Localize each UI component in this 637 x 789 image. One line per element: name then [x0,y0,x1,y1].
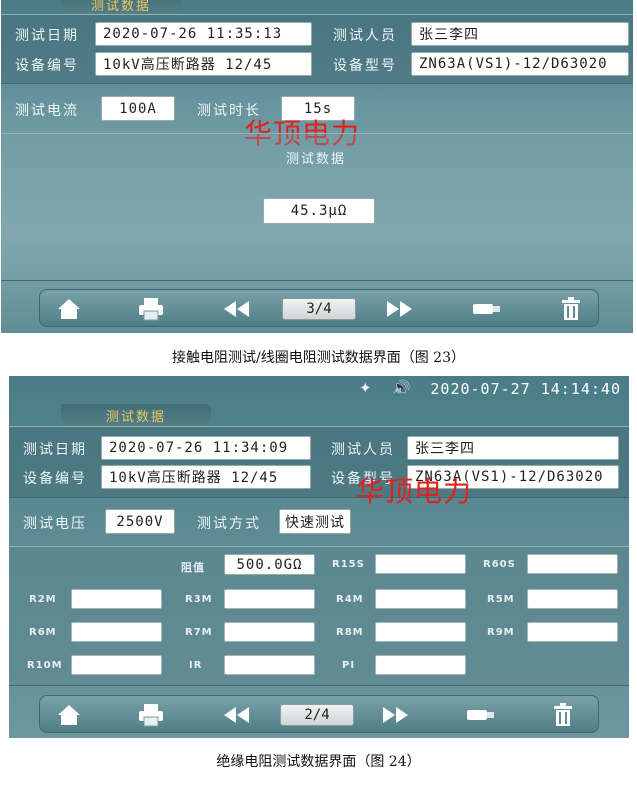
test-date-label: 测试日期 [23,442,87,458]
r60s-label: R60S [483,559,516,570]
device-no-label: 设备编号 [23,471,87,487]
info-panel: 测试日期 2020-07-26 11:34:09 测试人员 张三李四 设备编号 … [9,426,629,498]
r6m-label: R6M [29,627,57,638]
tester-field[interactable]: 张三李四 [407,436,619,460]
r15s-label: R15S [332,559,365,570]
tab-test-data[interactable]: 测试数据 [61,0,181,14]
tester-label: 测试人员 [331,442,395,458]
clock: 2020-07-27 14:14:40 [430,380,621,398]
r60s-field [527,554,618,574]
test-current-field[interactable]: 100A [101,96,175,121]
data-panel: 测试数据 45.3μΩ [1,133,633,281]
r6m-field [71,622,162,642]
test-date-label: 测试日期 [15,28,79,44]
trash-icon[interactable] [550,703,576,727]
info-panel: 测试日期 2020-07-26 11:35:13 测试人员 张三李四 设备编号 … [1,14,633,84]
r9m-field [527,622,618,642]
print-icon[interactable] [138,297,164,321]
device-model-field[interactable]: ZN63A(VS1)-12/D63020 [411,52,629,76]
r4m-label: R4M [336,594,364,605]
contact-resistance-screen: 测试数据 测试日期 2020-07-26 11:35:13 测试人员 张三李四 … [1,0,633,333]
resistance-panel: 阻值 500.0GΩ R15S R60S R2M R3M R4M R5M R6M… [9,546,629,686]
data-title: 测试数据 [286,152,347,167]
pi-label: PI [342,660,356,671]
device-no-field[interactable]: 10kV高压断路器 12/45 [101,465,311,489]
previous-icon[interactable] [224,703,250,727]
r5m-label: R5M [487,594,515,605]
resistance-label: 阻值 [181,561,205,574]
r3m-field [224,589,315,609]
ir-label: IR [189,660,203,671]
tester-label: 测试人员 [333,28,397,44]
r2m-label: R2M [29,594,57,605]
previous-icon[interactable] [224,297,250,321]
r7m-label: R7M [185,627,213,638]
r8m-field [375,622,466,642]
insulation-resistance-screen: ✦ 🔊 2020-07-27 14:14:40 测试数据 测试日期 2020-0… [9,376,629,738]
r3m-label: R3M [185,594,213,605]
figure-caption-23: 接触电阻测试/线圈电阻测试数据界面（图 23） [172,350,465,366]
test-voltage-label: 测试电压 [23,516,87,532]
r15s-field [375,554,466,574]
test-method-field[interactable]: 快速测试 [279,509,351,534]
watermark: 华顶电力 [356,475,473,508]
r10m-label: R10M [27,660,63,671]
bluetooth-icon: ✦ [359,379,372,397]
ir-field [224,655,315,675]
test-voltage-field[interactable]: 2500V [105,509,175,534]
trash-icon[interactable] [558,297,584,321]
r2m-field [71,589,162,609]
test-date-field[interactable]: 2020-07-26 11:34:09 [101,436,311,460]
home-icon[interactable] [56,703,82,727]
device-no-field[interactable]: 10kV高压断路器 12/45 [95,52,312,76]
tester-field[interactable]: 张三李四 [411,22,629,46]
next-icon[interactable] [382,703,408,727]
r9m-label: R9M [487,627,515,638]
speaker-icon: 🔊 [392,379,411,397]
test-method-label: 测试方式 [197,516,261,532]
device-no-label: 设备编号 [15,58,79,74]
result-value: 45.3μΩ [263,198,375,224]
page-indicator: 2/4 [280,704,354,726]
next-icon[interactable] [386,297,412,321]
test-date-field[interactable]: 2020-07-26 11:35:13 [95,22,312,46]
r4m-field [375,589,466,609]
bottom-toolbar: 3/4 [39,289,599,327]
figure-caption-24: 绝缘电阻测试数据界面（图 24） [216,754,421,770]
bottom-toolbar: 2/4 [39,695,599,733]
r8m-label: R8M [336,627,364,638]
r10m-field [71,655,162,675]
pi-field [375,655,466,675]
device-model-label: 设备型号 [333,58,397,74]
r7m-field [224,622,315,642]
tab-test-data[interactable]: 测试数据 [61,404,211,426]
home-icon[interactable] [56,297,82,321]
test-current-label: 测试电流 [15,103,79,119]
print-icon[interactable] [138,703,164,727]
usb-icon[interactable] [466,703,496,727]
r5m-field [527,589,618,609]
usb-icon[interactable] [472,297,502,321]
resistance-value: 500.0GΩ [224,554,315,575]
page-indicator: 3/4 [282,298,356,320]
